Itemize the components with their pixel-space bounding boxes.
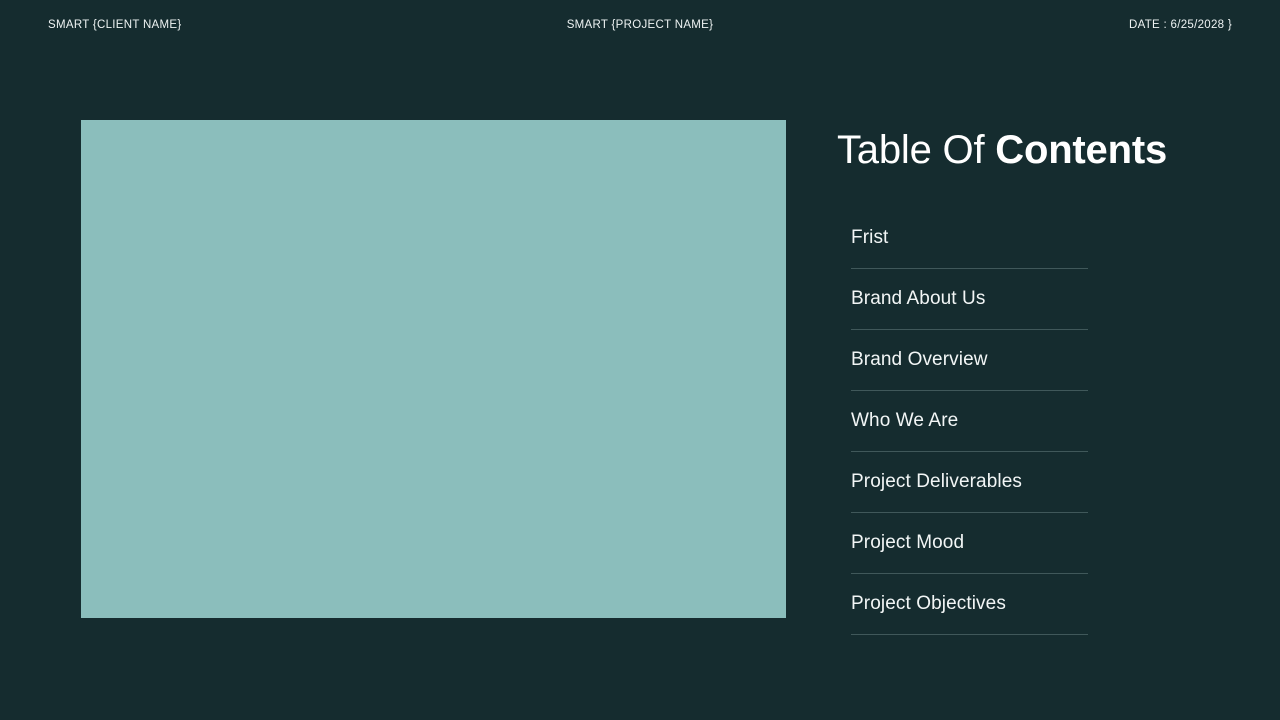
toc-item-label: Project Mood [851,532,965,553]
toc-item-label: Project Objectives [851,593,1006,614]
toc-item-label: Project Deliverables [851,471,1022,492]
toc-item-label: Who We Are [851,410,959,431]
toc-item-brand-about-us[interactable]: Brand About Us [851,269,1088,330]
toc-item-frist[interactable]: Frist [851,208,1088,269]
toc-item-project-mood[interactable]: Project Mood [851,513,1088,574]
page-title: Table Of Contents [837,124,1167,176]
toc-item-project-deliverables[interactable]: Project Deliverables [851,452,1088,513]
slide-header-bar: SMART {CLIENT NAME} SMART {PROJECT NAME}… [0,0,1280,52]
toc-item-project-objectives[interactable]: Project Objectives [851,574,1088,635]
page-title-light: Table Of [837,128,996,172]
toc-item-label: Frist [851,227,889,248]
hero-image-placeholder [81,120,786,618]
toc-list: Frist Brand About Us Brand Overview Who … [851,208,1088,635]
toc-item-label: Brand About Us [851,288,986,309]
toc-item-brand-overview[interactable]: Brand Overview [851,330,1088,391]
toc-item-label: Brand Overview [851,349,988,370]
header-date: DATE : 6/25/2028 } [1129,19,1232,31]
page-title-bold: Contents [995,128,1168,172]
header-client-name: SMART {CLIENT NAME} [48,19,182,31]
header-project-name: SMART {PROJECT NAME} [566,19,714,31]
table-of-contents-panel: Table Of Contents Frist Brand About Us B… [837,124,1167,635]
toc-item-who-we-are[interactable]: Who We Are [851,391,1088,452]
